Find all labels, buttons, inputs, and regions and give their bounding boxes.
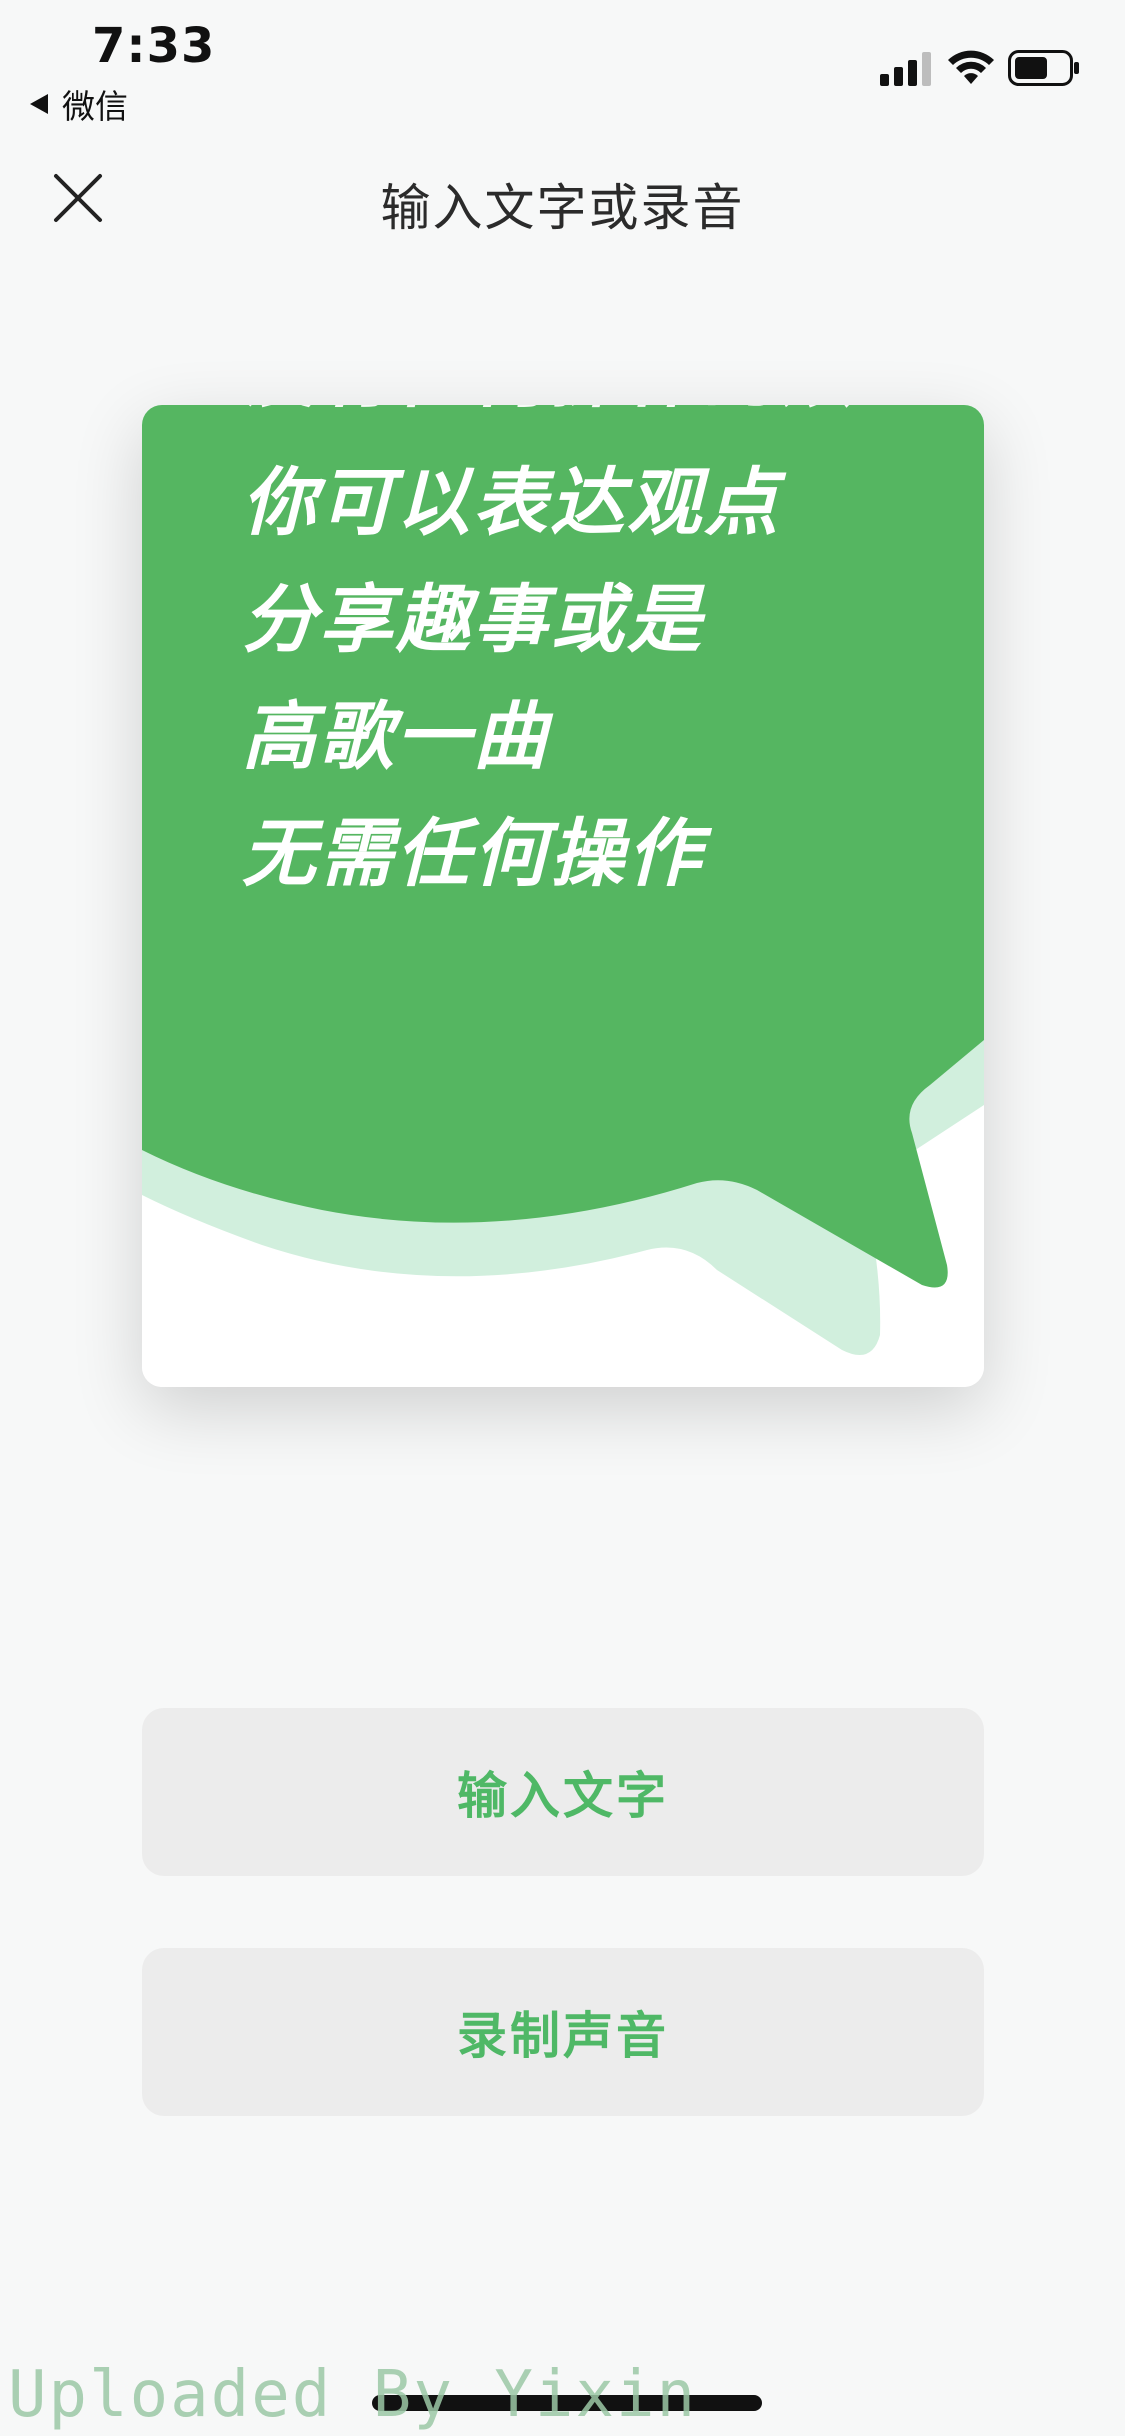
page-title: 输入文字或录音 bbox=[380, 179, 745, 237]
signal-icon bbox=[880, 52, 931, 86]
back-to-app-button[interactable]: 微信 bbox=[30, 80, 128, 128]
back-triangle-icon bbox=[30, 94, 48, 114]
intro-illustration-card: 没有任何操作的烦 你可以表达观点 分享趣事或是 高歌一曲 无需任何操作 bbox=[142, 405, 984, 1387]
card-text-line: 分享趣事或是 bbox=[242, 577, 704, 663]
wifi-icon bbox=[948, 50, 994, 84]
upload-watermark: Uploaded By Yixin bbox=[8, 2358, 698, 2432]
input-text-button[interactable]: 输入文字 bbox=[142, 1708, 984, 1876]
card-text: 你可以表达观点 分享趣事或是 高歌一曲 无需任何操作 bbox=[242, 445, 781, 913]
card-text-line: 高歌一曲 bbox=[242, 694, 550, 780]
card-text-line: 无需任何操作 bbox=[242, 811, 704, 897]
battery-icon bbox=[1008, 50, 1079, 86]
card-text-line: 你可以表达观点 bbox=[242, 460, 781, 546]
back-app-label: 微信 bbox=[62, 87, 128, 126]
status-time: 7:33 bbox=[92, 18, 216, 74]
record-voice-button[interactable]: 录制声音 bbox=[142, 1948, 984, 2116]
card-text-line-cut: 没有任何操作的烦 bbox=[242, 405, 858, 434]
